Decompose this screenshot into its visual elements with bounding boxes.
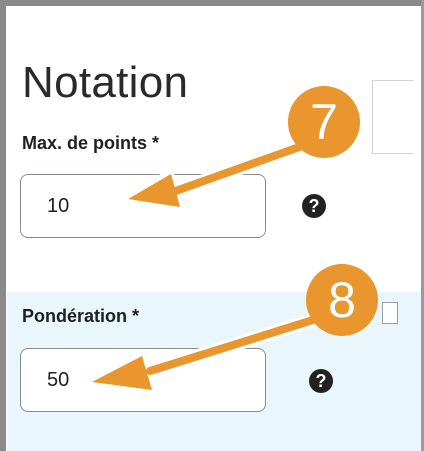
callout-badge-8: 8 — [306, 264, 378, 336]
callout-number: 7 — [310, 94, 338, 150]
callout-arrows — [86, 138, 320, 395]
arrow-to-max-points — [122, 138, 312, 212]
callout-badge-7: 7 — [288, 86, 360, 158]
arrow-to-weight — [86, 313, 320, 395]
callout-number: 8 — [328, 272, 356, 328]
